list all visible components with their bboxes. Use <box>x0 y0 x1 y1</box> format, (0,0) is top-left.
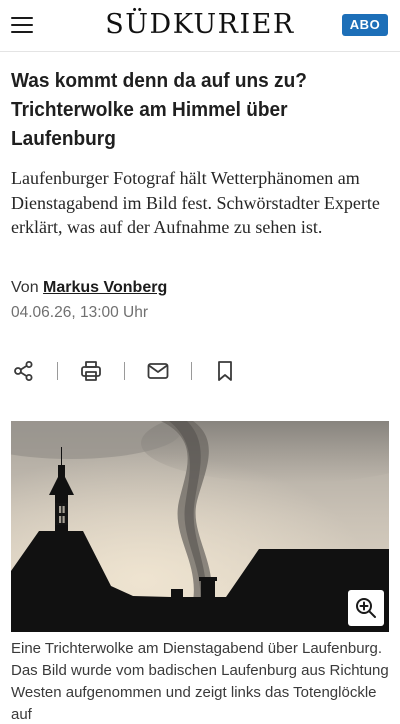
divider <box>191 362 192 380</box>
photo-caption: Eine Trichterwolke am Dienstagabend über… <box>11 640 389 723</box>
bookmark-icon[interactable] <box>212 358 238 384</box>
zoom-button[interactable] <box>348 590 384 626</box>
byline: Von Markus Vonberg <box>11 279 167 297</box>
print-icon[interactable] <box>78 358 104 384</box>
article-actions <box>11 356 238 386</box>
article-photo[interactable] <box>11 421 389 632</box>
article-teaser: Laufenburger Fotograf hält Wetterphänome… <box>11 168 380 237</box>
top-navigation-bar: SÜDKURIER ABO <box>0 0 400 52</box>
article-headline: Was kommt denn da auf uns zu? Trichterwo… <box>11 69 307 150</box>
share-icon[interactable] <box>11 358 37 384</box>
publish-date: 04.06.26, 13:00 Uhr <box>11 304 149 321</box>
author-link[interactable]: Markus Vonberg <box>43 279 167 296</box>
zoom-in-icon <box>356 598 376 618</box>
mail-icon[interactable] <box>145 358 171 384</box>
funnel-cloud-photo <box>11 421 389 632</box>
site-logo[interactable]: SÜDKURIER <box>0 9 400 40</box>
divider <box>57 362 58 380</box>
abo-button[interactable]: ABO <box>342 14 388 36</box>
divider <box>124 362 125 380</box>
byline-prefix: Von <box>11 279 39 296</box>
